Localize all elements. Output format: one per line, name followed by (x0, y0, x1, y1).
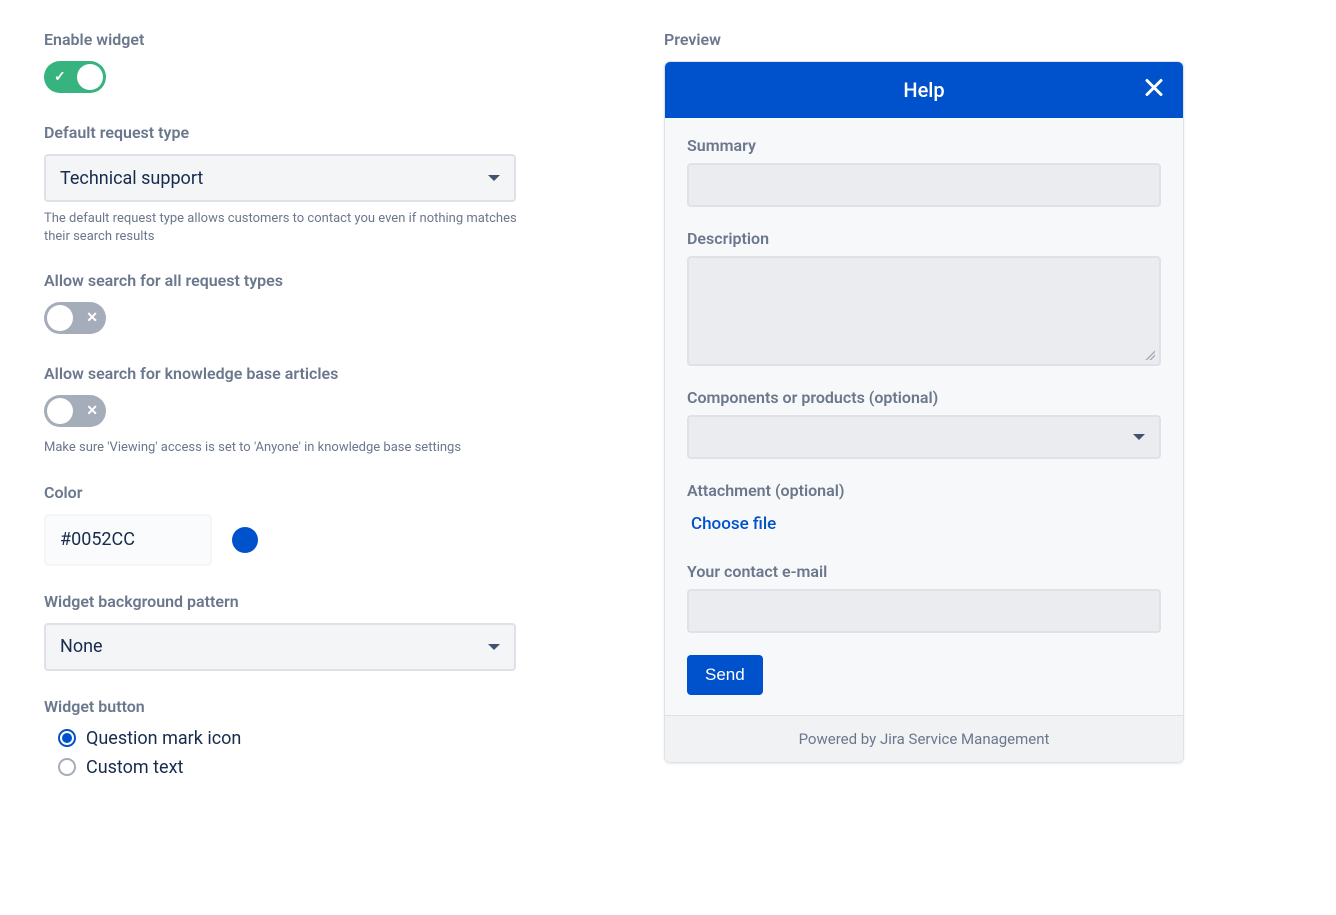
widget-title: Help (903, 78, 944, 102)
widget-header: Help (665, 62, 1183, 118)
contact-email-input[interactable] (687, 589, 1161, 633)
default-request-type-help: The default request type allows customer… (44, 210, 524, 245)
widget-footer: Powered by Jira Service Management (665, 715, 1183, 762)
allow-search-kb-toggle[interactable]: ✕ (44, 395, 106, 427)
contact-email-label: Your contact e-mail (687, 562, 1161, 581)
radio-icon (58, 729, 76, 747)
attachment-label: Attachment (optional) (687, 481, 1161, 500)
bg-pattern-label: Widget background pattern (44, 592, 524, 611)
choose-file-link[interactable]: Choose file (687, 508, 780, 540)
chevron-down-icon (1133, 434, 1145, 440)
default-request-type-label: Default request type (44, 123, 524, 142)
color-input[interactable]: #0052CC (44, 514, 212, 566)
widget-button-option-custom-text[interactable]: Custom text (58, 757, 524, 778)
enable-widget-toggle[interactable]: ✓ (44, 61, 106, 93)
components-select[interactable] (687, 415, 1161, 459)
x-icon: ✕ (86, 403, 98, 419)
radio-label: Question mark icon (86, 728, 241, 749)
enable-widget-label: Enable widget (44, 30, 524, 49)
allow-search-kb-help: Make sure 'Viewing' access is set to 'An… (44, 439, 524, 457)
x-icon: ✕ (86, 310, 98, 326)
select-value: None (60, 636, 103, 657)
widget-button-option-question-mark[interactable]: Question mark icon (58, 728, 524, 749)
send-button[interactable]: Send (687, 655, 763, 695)
default-request-type-select[interactable]: Technical support (44, 154, 516, 202)
close-icon[interactable] (1143, 77, 1165, 104)
chevron-down-icon (488, 644, 500, 650)
widget-preview: Help Summary Description Components or p… (664, 61, 1184, 763)
radio-icon (58, 758, 76, 776)
select-value: Technical support (60, 168, 203, 189)
color-value: #0052CC (60, 529, 135, 550)
description-label: Description (687, 229, 1161, 248)
chevron-down-icon (488, 175, 500, 181)
color-label: Color (44, 483, 524, 502)
widget-button-label: Widget button (44, 697, 524, 716)
description-textarea[interactable] (687, 256, 1161, 366)
bg-pattern-select[interactable]: None (44, 623, 516, 671)
color-swatch[interactable] (232, 527, 258, 553)
allow-search-request-types-toggle[interactable]: ✕ (44, 302, 106, 334)
radio-label: Custom text (86, 757, 183, 778)
summary-label: Summary (687, 136, 1161, 155)
allow-search-request-types-label: Allow search for all request types (44, 271, 524, 290)
allow-search-kb-label: Allow search for knowledge base articles (44, 364, 524, 383)
components-label: Components or products (optional) (687, 388, 1161, 407)
summary-input[interactable] (687, 163, 1161, 207)
check-icon: ✓ (54, 69, 66, 85)
preview-label: Preview (664, 30, 1184, 49)
